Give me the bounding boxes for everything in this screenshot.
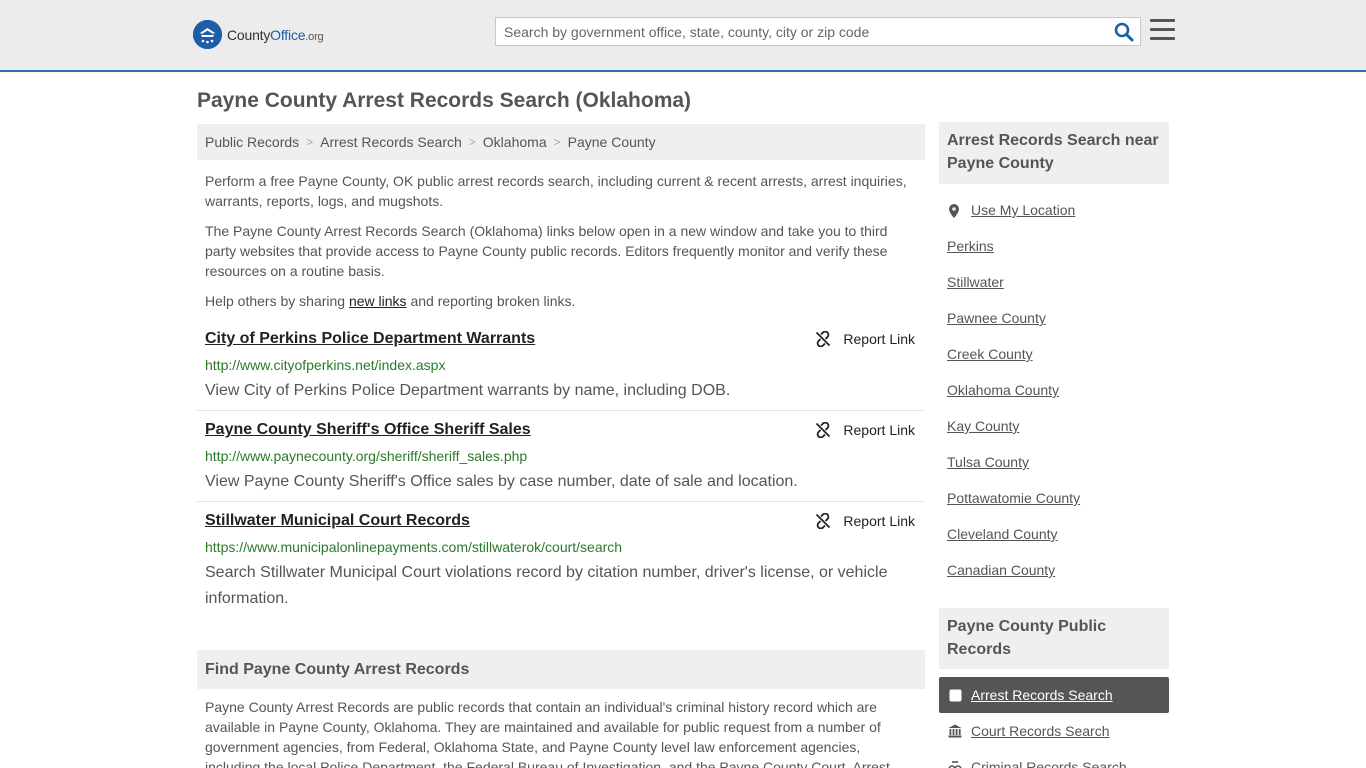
new-links-link[interactable]: new links [349, 293, 407, 309]
sidebar-link-kay-county[interactable]: Kay County [947, 416, 1080, 452]
breadcrumb-oklahoma[interactable]: Oklahoma [483, 134, 547, 150]
report-link-button[interactable]: Report Link [815, 331, 915, 347]
intro-paragraph-1: Perform a free Payne County, OK public a… [205, 173, 907, 209]
result-title-link[interactable]: Stillwater Municipal Court Records [205, 512, 470, 530]
breadcrumb-payne-county[interactable]: Payne County [568, 134, 656, 150]
hamburger-menu-icon[interactable] [1150, 19, 1175, 41]
result-description: View City of Perkins Police Department w… [205, 382, 731, 399]
sidebar-near-list: Use My Location Perkins Stillwater Pawne… [947, 200, 1080, 596]
find-section-title: Find Payne County Arrest Records [197, 650, 925, 689]
map-pin-icon [949, 204, 959, 218]
broken-link-icon [816, 513, 831, 529]
sidebar-near-title: Arrest Records Search near Payne County [939, 122, 1169, 184]
logo-badge-icon [193, 20, 222, 49]
result-description: Search Stillwater Municipal Court violat… [205, 564, 888, 607]
sidebar-public-records-title: Payne County Public Records [939, 608, 1169, 669]
result-item: City of Perkins Police Department Warran… [197, 320, 925, 411]
broken-link-icon [816, 422, 831, 438]
result-title-link[interactable]: City of Perkins Police Department Warran… [205, 330, 535, 348]
report-link-button[interactable]: Report Link [815, 422, 915, 438]
sidebar-link-pottawatomie-county[interactable]: Pottawatomie County [947, 488, 1080, 524]
handcuffs-icon [948, 760, 962, 768]
square-icon [948, 689, 962, 702]
report-link-button[interactable]: Report Link [815, 513, 915, 529]
breadcrumb-public-records[interactable]: Public Records [205, 134, 299, 150]
intro-paragraph-2: The Payne County Arrest Records Search (… [205, 223, 888, 279]
sidebar-link-cleveland-county[interactable]: Cleveland County [947, 524, 1080, 560]
site-logo[interactable]: CountyOffice.org [193, 20, 324, 49]
sidebar-item-criminal-records-search[interactable]: Criminal Records Search [939, 749, 1169, 768]
broken-link-icon [816, 331, 831, 347]
sidebar-link-stillwater[interactable]: Stillwater [947, 272, 1080, 308]
breadcrumb-arrest-records-search[interactable]: Arrest Records Search [320, 134, 462, 150]
sidebar-link-tulsa-county[interactable]: Tulsa County [947, 452, 1080, 488]
intro-paragraph-3: Help others by sharing new links and rep… [205, 293, 576, 309]
result-description: View Payne County Sheriff's Office sales… [205, 473, 798, 490]
chevron-right-icon: > [553, 135, 561, 149]
result-title-link[interactable]: Payne County Sheriff's Office Sheriff Sa… [205, 421, 531, 439]
page-title: Payne County Arrest Records Search (Okla… [197, 89, 692, 112]
result-url: http://www.cityofperkins.net/index.aspx [205, 357, 446, 373]
result-item: Stillwater Municipal Court Records Repor… [197, 502, 925, 612]
find-section-body: Payne County Arrest Records are public r… [205, 699, 890, 768]
chevron-right-icon: > [306, 135, 314, 149]
result-item: Payne County Sheriff's Office Sheriff Sa… [197, 411, 925, 502]
breadcrumb: Public Records > Arrest Records Search >… [197, 124, 925, 160]
result-url: https://www.municipalonlinepayments.com/… [205, 539, 623, 555]
sidebar-link-creek-county[interactable]: Creek County [947, 344, 1080, 380]
search-box [495, 17, 1141, 46]
chevron-right-icon: > [468, 135, 476, 149]
search-icon[interactable] [1114, 22, 1134, 42]
sidebar-link-perkins[interactable]: Perkins [947, 236, 1080, 272]
sidebar-link-oklahoma-county[interactable]: Oklahoma County [947, 380, 1080, 416]
result-url: http://www.paynecounty.org/sheriff/sheri… [205, 448, 528, 464]
sidebar-link-pawnee-county[interactable]: Pawnee County [947, 308, 1080, 344]
courthouse-icon [948, 724, 962, 738]
logo-text: CountyOffice.org [227, 26, 324, 43]
intro-text: Perform a free Payne County, OK public a… [205, 171, 917, 321]
use-my-location-link[interactable]: Use My Location [947, 200, 1080, 236]
sidebar-item-court-records-search[interactable]: Court Records Search [939, 713, 1169, 749]
site-header: CountyOffice.org [0, 0, 1366, 72]
sidebar-item-arrest-records-search[interactable]: Arrest Records Search [939, 677, 1169, 713]
search-input[interactable] [496, 18, 1096, 45]
sidebar-link-canadian-county[interactable]: Canadian County [947, 560, 1080, 596]
